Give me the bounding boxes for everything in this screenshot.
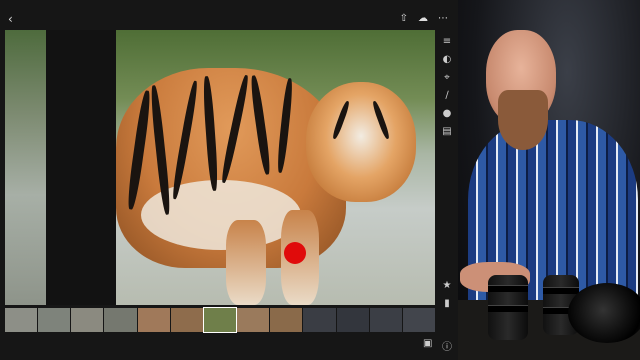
camera-lens-front	[568, 283, 640, 343]
previous-photo-peek	[5, 30, 46, 305]
radial-icon[interactable]: ●	[441, 108, 453, 120]
filmstrip-thumb-selected[interactable]	[202, 307, 238, 333]
crop-icon[interactable]: ⌖	[441, 72, 453, 84]
main-photo-tiger[interactable]	[116, 30, 435, 305]
filmstrip-thumb[interactable]	[104, 308, 137, 332]
photo-canvas[interactable]	[5, 30, 435, 305]
canvas-gutter	[46, 30, 116, 305]
filmstrip-thumb[interactable]	[5, 308, 38, 332]
lightroom-app: ‹ ⇧ ☁ ⋯ ≡ ◐ ⌖ ∕ ● ▤ ★ ▮ ▣ ⓘ	[0, 0, 458, 360]
filmstrip-thumb[interactable]	[137, 308, 170, 332]
profile-icon[interactable]: ◐	[441, 54, 453, 66]
brush-icon[interactable]: ∕	[441, 90, 453, 102]
edit-tool-strip: ≡ ◐ ⌖ ∕ ● ▤ ★ ▮	[436, 30, 458, 309]
filmstrip-thumb[interactable]	[402, 308, 436, 332]
filmstrip-thumb[interactable]	[170, 308, 203, 332]
info-icon[interactable]: ⓘ	[442, 338, 452, 353]
filmstrip-thumb[interactable]	[303, 308, 336, 332]
gradient-icon[interactable]: ▤	[441, 126, 453, 138]
back-chevron-icon[interactable]: ‹	[8, 12, 13, 26]
sliders-icon[interactable]: ≡	[441, 36, 453, 48]
share-icon[interactable]: ⇧	[400, 13, 408, 24]
filmstrip-thumb[interactable]	[336, 308, 369, 332]
filmstrip-thumb[interactable]	[237, 308, 270, 332]
bottom-bar: ▣ ⓘ	[0, 334, 458, 360]
presenter-webcam	[458, 0, 640, 360]
tiger-leg	[226, 220, 266, 305]
top-bar: ‹ ⇧ ☁ ⋯	[0, 10, 458, 30]
film-strip-toggle-icon[interactable]: ▣	[423, 338, 432, 349]
filmstrip-thumb[interactable]	[71, 308, 104, 332]
camera-lens	[488, 275, 528, 340]
more-icon[interactable]: ⋯	[438, 13, 448, 24]
comment-icon[interactable]: ▮	[441, 298, 453, 310]
cloud-sync-icon[interactable]: ☁	[418, 13, 428, 24]
red-marker-dot	[284, 242, 306, 264]
top-actions: ⇧ ☁ ⋯	[400, 13, 448, 24]
filmstrip	[5, 307, 436, 333]
tiger-head	[306, 82, 416, 202]
filmstrip-thumb[interactable]	[369, 308, 402, 332]
presenter-beard	[498, 90, 548, 150]
filmstrip-thumb[interactable]	[38, 308, 71, 332]
filmstrip-thumb[interactable]	[270, 308, 303, 332]
star-icon[interactable]: ★	[441, 280, 453, 292]
